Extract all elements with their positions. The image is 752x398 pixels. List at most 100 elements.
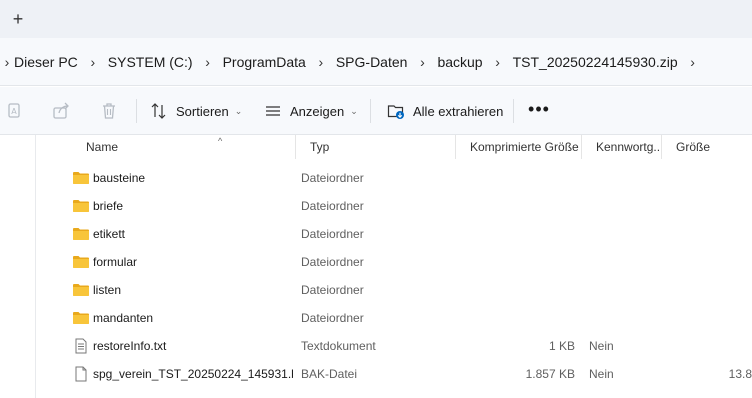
column-header-type-label: Typ	[310, 140, 330, 154]
file-name: etikett	[93, 227, 126, 241]
chevron-right-icon[interactable]: ›	[678, 54, 708, 70]
folder-icon	[73, 256, 89, 268]
breadcrumb-item[interactable]: ProgramData	[223, 54, 306, 70]
file-name: restoreInfo.txt	[93, 339, 167, 353]
sort-icon	[151, 103, 166, 119]
folder-icon	[73, 312, 89, 324]
file-password-protected	[589, 276, 659, 304]
file-list-row[interactable]: bausteine Dateiordner	[36, 164, 752, 192]
extract-all-button[interactable]: Alle extrahieren	[387, 97, 503, 125]
chevron-right-icon[interactable]: ›	[306, 54, 336, 70]
file-compressed-size	[456, 248, 575, 276]
file-name: bausteine	[93, 171, 146, 185]
file-compressed-size	[456, 192, 575, 220]
file-type: Dateiordner	[301, 171, 364, 185]
file-type: Textdokument	[301, 339, 376, 353]
copy-path-icon[interactable]: A	[4, 101, 24, 121]
folder-icon	[73, 284, 89, 296]
file-name: briefe	[93, 199, 124, 213]
file-size	[666, 220, 752, 248]
chevron-right-icon[interactable]: ›	[193, 54, 223, 70]
extract-icon	[387, 105, 404, 119]
sort-up-icon: ^	[218, 136, 223, 146]
column-header-compressed-size-label: Komprimierte Größe	[470, 140, 579, 154]
chevron-right-icon[interactable]: ›	[78, 54, 108, 70]
file-password-protected: Nein	[589, 367, 614, 381]
breadcrumb-item[interactable]: Dieser PC	[14, 54, 78, 70]
column-header-name-label: Name	[86, 140, 119, 154]
file-list-row[interactable]: briefe Dateiordner	[36, 192, 752, 220]
file-compressed-size	[456, 276, 575, 304]
column-header-name[interactable]: Name ^	[72, 135, 296, 159]
breadcrumb-item[interactable]: SYSTEM (C:)	[108, 54, 193, 70]
file-list-row[interactable]: spg_verein_TST_20250224_145931.b... BAK-D…	[36, 360, 752, 388]
file-name: spg_verein_TST_20250224_145931.b...	[93, 367, 293, 381]
chevron-right-icon[interactable]: ›	[483, 54, 513, 70]
more-options-button[interactable]: •••	[526, 97, 552, 125]
chevron-right-icon[interactable]: ›	[0, 54, 14, 70]
file-password-protected	[589, 192, 659, 220]
file-password-protected	[589, 248, 659, 276]
toolbar-divider	[136, 99, 137, 123]
file-password-protected	[589, 304, 659, 332]
sort-button[interactable]: Sortieren ⌄	[150, 97, 242, 125]
file-list-row[interactable]: etikett Dateiordner	[36, 220, 752, 248]
file-list: Name ^ Typ Komprimierte Größe Kennwortg.…	[36, 135, 752, 398]
navigation-pane[interactable]	[0, 135, 36, 398]
file-type: Dateiordner	[301, 227, 364, 241]
breadcrumb-item[interactable]: TST_20250224145930.zip	[513, 54, 678, 70]
file-compressed-size: 1 KB	[548, 339, 575, 353]
file-size	[666, 192, 752, 220]
file-type: Dateiordner	[301, 311, 364, 325]
file-size	[666, 164, 752, 192]
sort-label: Sortieren	[176, 103, 229, 119]
share-icon[interactable]	[51, 101, 71, 121]
column-header-size[interactable]: Größe	[662, 135, 752, 159]
file-list-row[interactable]: listen Dateiordner	[36, 276, 752, 304]
file-icon	[75, 366, 87, 382]
file-compressed-size	[456, 304, 575, 332]
breadcrumb-item[interactable]: SPG-Daten	[336, 54, 408, 70]
file-size	[666, 248, 752, 276]
file-compressed-size	[456, 220, 575, 248]
file-password-protected	[589, 220, 659, 248]
folder-icon	[73, 172, 89, 184]
view-button[interactable]: Anzeigen ⌄	[264, 97, 358, 125]
command-bar: A Sortieren ⌄ Anzeigen ⌄ Alle extrahiere…	[0, 87, 752, 135]
file-name: mandanten	[93, 311, 154, 325]
file-password-protected: Nein	[589, 339, 614, 353]
file-compressed-size: 1.857 KB	[525, 367, 575, 381]
breadcrumb: › Dieser PC › SYSTEM (C:) › ProgramData …	[0, 38, 708, 86]
view-icon	[266, 106, 280, 116]
toolbar-divider	[513, 99, 514, 123]
file-type: Dateiordner	[301, 283, 364, 297]
chevron-down-icon: ⌄	[350, 105, 358, 116]
breadcrumb-item[interactable]: backup	[437, 54, 482, 70]
file-password-protected	[589, 164, 659, 192]
file-name: listen	[93, 283, 122, 297]
column-header-compressed-size[interactable]: Komprimierte Größe	[456, 135, 582, 159]
column-header-row: Name ^ Typ Komprimierte Größe Kennwortg.…	[36, 135, 752, 159]
chevron-right-icon[interactable]: ›	[407, 54, 437, 70]
file-list-row[interactable]: restoreInfo.txt Textdokument 1 KB Nein	[36, 332, 752, 360]
file-size	[666, 304, 752, 332]
column-header-password-label: Kennwortg...	[596, 140, 662, 154]
folder-icon	[73, 228, 89, 240]
column-header-size-label: Größe	[676, 140, 711, 154]
delete-icon[interactable]	[99, 101, 119, 121]
file-type: BAK-Datei	[301, 367, 358, 381]
column-header-password[interactable]: Kennwortg...	[582, 135, 662, 159]
file-size	[666, 332, 752, 360]
new-tab-button[interactable]: +	[8, 9, 28, 29]
file-type: Dateiordner	[301, 199, 364, 213]
tab-bar: +	[0, 0, 752, 38]
chevron-down-icon: ⌄	[234, 105, 243, 116]
file-list-row[interactable]: mandanten Dateiordner	[36, 304, 752, 332]
column-header-type[interactable]: Typ	[296, 135, 456, 159]
address-bar[interactable]: › Dieser PC › SYSTEM (C:) › ProgramData …	[0, 38, 752, 86]
folder-icon	[73, 200, 89, 212]
file-compressed-size	[456, 164, 575, 192]
svg-text:A: A	[11, 107, 17, 116]
file-list-row[interactable]: formular Dateiordner	[36, 248, 752, 276]
file-size	[666, 276, 752, 304]
